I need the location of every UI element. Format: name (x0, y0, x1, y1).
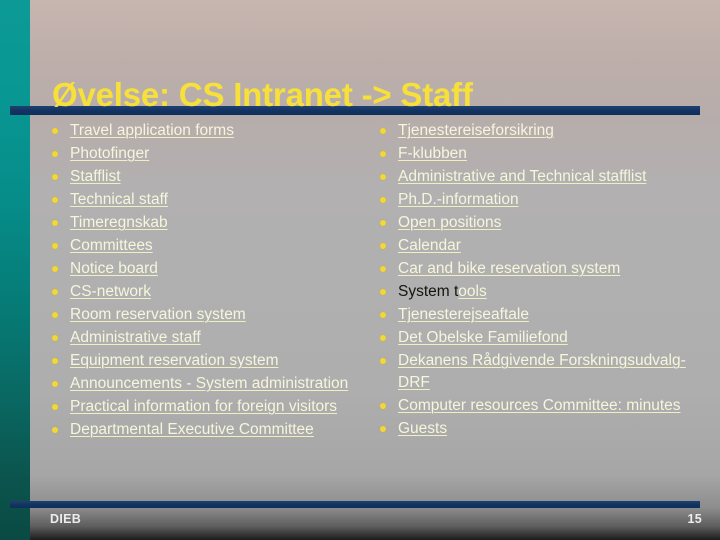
link-label[interactable]: Guests (398, 420, 447, 437)
link-label[interactable]: Technical staff (70, 191, 168, 208)
link-label[interactable]: Dekanens Rådgivende Forskningsudvalg-DRF (398, 352, 686, 391)
link-label[interactable]: ools (458, 283, 486, 300)
list-item[interactable]: Travel application forms (48, 120, 378, 142)
bullet-dot-icon (52, 358, 58, 364)
list-item[interactable]: Timeregnskab (48, 212, 378, 234)
bullet-dot-icon (380, 220, 386, 226)
list-item[interactable]: Administrative staff (48, 327, 378, 349)
right-link-list: Tjenestereiseforsikring F-klubben Administ… (376, 120, 706, 440)
link-label[interactable]: Tjenesterejseaftale (398, 306, 529, 323)
right-link-column: Tjenestereiseforsikring F-klubben Administ… (376, 120, 706, 441)
list-item[interactable]: Calendar (376, 235, 706, 257)
footer-page-number: 15 (687, 512, 702, 526)
list-item[interactable]: Technical staff (48, 189, 378, 211)
list-item[interactable]: Computer resources Committee: minutes (376, 395, 706, 417)
bullet-dot-icon (52, 427, 58, 433)
list-item[interactable]: Departmental Executive Committee (48, 419, 378, 441)
list-item[interactable]: Committees (48, 235, 378, 257)
list-item[interactable]: CS-network (48, 281, 378, 303)
list-item[interactable]: Room reservation system (48, 304, 378, 326)
bullet-dot-icon (380, 335, 386, 341)
list-item[interactable]: F-klubben (376, 143, 706, 165)
link-label[interactable]: Administrative staff (70, 329, 201, 346)
bullet-dot-icon (52, 289, 58, 295)
link-label[interactable]: Ph.D.-information (398, 191, 519, 208)
list-item[interactable]: Tjenesterejseaftale (376, 304, 706, 326)
list-item[interactable]: Tjenestereiseforsikring (376, 120, 706, 142)
link-label[interactable]: Announcements - System administration (70, 375, 348, 392)
footer-divider-rule (10, 501, 700, 508)
bullet-dot-icon (380, 358, 386, 364)
bullet-dot-icon (52, 381, 58, 387)
bullet-dot-icon (380, 151, 386, 157)
footer-author: DIEB (50, 512, 82, 526)
bullet-dot-icon (52, 266, 58, 272)
bullet-dot-icon (52, 128, 58, 134)
slide-canvas: Øvelse: CS Intranet -> Staff Travel appl… (0, 0, 720, 540)
content-columns: Travel application forms Photofinger Staff… (0, 120, 720, 495)
list-item[interactable]: Equipment reservation system (48, 350, 378, 372)
list-item[interactable]: Dekanens Rådgivende Forskningsudvalg-DRF (376, 350, 706, 394)
link-label[interactable]: Computer resources Committee: minutes (398, 397, 681, 414)
list-item[interactable]: Car and bike reservation system (376, 258, 706, 280)
link-label-visited-part[interactable]: System t (398, 283, 458, 300)
bullet-dot-icon (52, 151, 58, 157)
bullet-dot-icon (380, 174, 386, 180)
list-item[interactable]: Guests (376, 418, 706, 440)
list-item[interactable]: Det Obelske Familiefond (376, 327, 706, 349)
list-item[interactable]: Ph.D.-information (376, 189, 706, 211)
link-label[interactable]: Travel application forms (70, 122, 234, 139)
bullet-dot-icon (380, 243, 386, 249)
list-item[interactable]: Practical information for foreign visito… (48, 396, 378, 418)
bullet-dot-icon (380, 266, 386, 272)
bullet-dot-icon (380, 403, 386, 409)
link-label[interactable]: Stafflist (70, 168, 121, 185)
bullet-dot-icon (52, 404, 58, 410)
link-label[interactable]: F-klubben (398, 145, 467, 162)
bullet-dot-icon (380, 289, 386, 295)
bullet-dot-icon (380, 426, 386, 432)
link-label[interactable]: Practical information for foreign visito… (70, 398, 337, 415)
link-label[interactable]: Timeregnskab (70, 214, 168, 231)
bullet-dot-icon (52, 197, 58, 203)
bullet-dot-icon (52, 335, 58, 341)
left-link-list: Travel application forms Photofinger Staff… (48, 120, 378, 441)
link-label[interactable]: CS-network (70, 283, 151, 300)
bullet-dot-icon (380, 128, 386, 134)
page-title: Øvelse: CS Intranet -> Staff (52, 76, 473, 114)
link-label[interactable]: Photofinger (70, 145, 149, 162)
bullet-dot-icon (380, 197, 386, 203)
list-item[interactable]: Photofinger (48, 143, 378, 165)
bullet-dot-icon (52, 174, 58, 180)
link-label[interactable]: Departmental Executive Committee (70, 421, 314, 438)
list-item[interactable]: Notice board (48, 258, 378, 280)
list-item[interactable]: Announcements - System administration (48, 373, 378, 395)
link-label[interactable]: Notice board (70, 260, 158, 277)
bullet-dot-icon (52, 243, 58, 249)
list-item[interactable]: Open positions (376, 212, 706, 234)
list-item[interactable]: Stafflist (48, 166, 378, 188)
link-label[interactable]: Tjenestereiseforsikring (398, 122, 554, 139)
list-item[interactable]: System tools (376, 281, 706, 303)
bullet-dot-icon (52, 220, 58, 226)
bullet-dot-icon (52, 312, 58, 318)
bullet-dot-icon (380, 312, 386, 318)
link-label[interactable]: Calendar (398, 237, 461, 254)
link-label[interactable]: Committees (70, 237, 153, 254)
left-link-column: Travel application forms Photofinger Staff… (48, 120, 378, 442)
link-label[interactable]: Equipment reservation system (70, 352, 278, 369)
list-item[interactable]: Administrative and Technical stafflist (376, 166, 706, 188)
link-label[interactable]: Room reservation system (70, 306, 246, 323)
link-label[interactable]: Open positions (398, 214, 501, 231)
link-label[interactable]: Car and bike reservation system (398, 260, 620, 277)
link-label[interactable]: Det Obelske Familiefond (398, 329, 568, 346)
link-label[interactable]: Administrative and Technical stafflist (398, 168, 646, 185)
